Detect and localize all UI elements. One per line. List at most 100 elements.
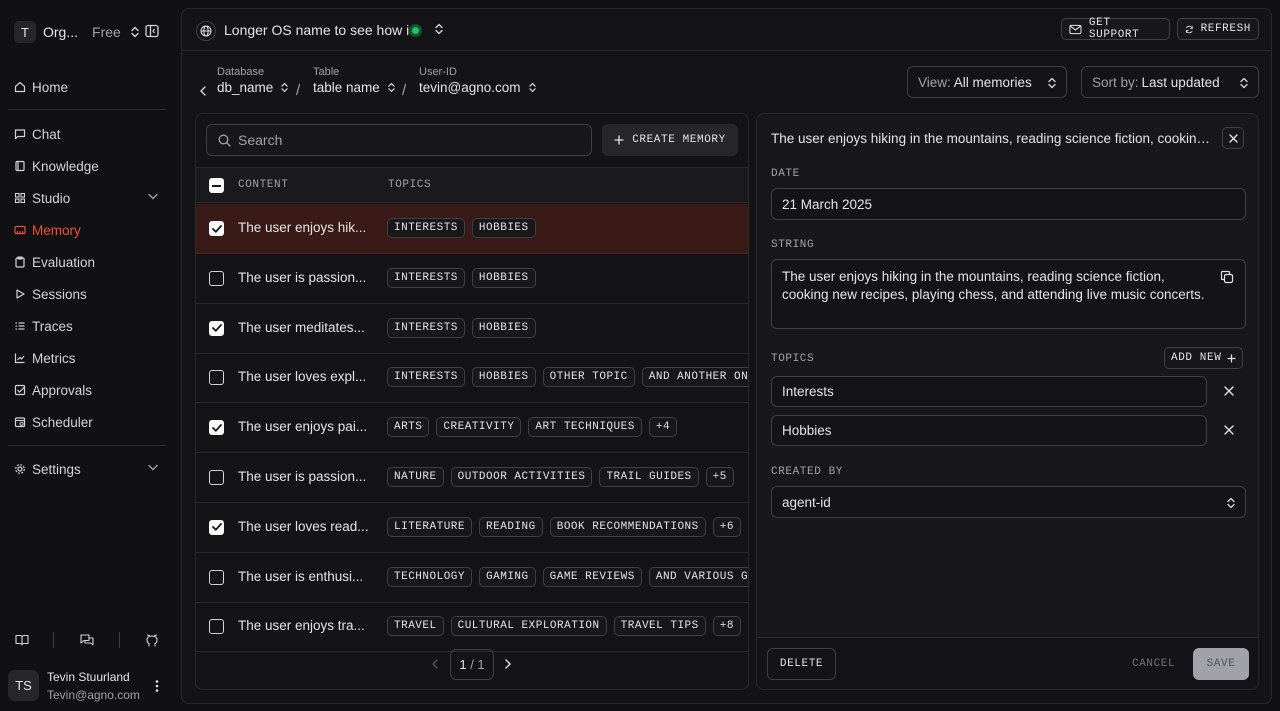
refresh-button[interactable]: REFRESH: [1177, 18, 1259, 40]
sidebar-item-approvals[interactable]: Approvals: [14, 378, 166, 402]
row-checkbox[interactable]: [209, 320, 224, 336]
table-row[interactable]: The user is enthusi... TECHNOLOGY GAMING GA…: [196, 553, 748, 603]
topic-tag: AND ANOTHER ONE V: [641, 367, 748, 388]
chevron-left-icon[interactable]: [432, 659, 438, 669]
string-textarea[interactable]: The user enjoys hiking in the mountains,…: [771, 259, 1246, 329]
sidebar-item-scheduler[interactable]: Scheduler: [14, 410, 166, 434]
topic-tag: READING: [479, 516, 543, 537]
sidebar-item-chat[interactable]: Chat: [14, 122, 166, 146]
row-topics: INTERESTS HOBBIES: [387, 218, 543, 238]
cancel-button[interactable]: CANCEL: [1132, 658, 1175, 670]
date-field[interactable]: 21 March 2025: [771, 188, 1246, 220]
get-support-button[interactable]: GET SUPPORT: [1061, 17, 1170, 41]
memory-icon: [14, 225, 26, 235]
row-checkbox[interactable]: [209, 420, 224, 436]
row-checkbox[interactable]: [209, 619, 224, 635]
topic-tag: ARTS: [387, 417, 430, 438]
save-button[interactable]: SAVE: [1193, 648, 1249, 680]
sidebar-item-studio[interactable]: Studio: [14, 186, 166, 210]
sidebar-item-knowledge[interactable]: Knowledge: [14, 154, 166, 178]
more-vertical-icon[interactable]: [155, 679, 159, 693]
chevron-up-down-icon[interactable]: [435, 23, 443, 35]
community-chat-icon[interactable]: [80, 634, 94, 647]
search-box: [206, 124, 592, 156]
row-checkbox[interactable]: [209, 270, 224, 286]
user-profile[interactable]: TS Tevin Stuurland Tevin@agno.com: [8, 670, 172, 704]
add-topic-button[interactable]: ADD NEW: [1164, 347, 1244, 369]
sidebar-item-traces[interactable]: Traces: [14, 314, 166, 338]
row-content: The user enjoys tra...: [238, 618, 365, 634]
os-name[interactable]: Longer OS name to see how i...: [224, 22, 421, 38]
topic-input[interactable]: Interests: [771, 376, 1207, 407]
row-content: The user enjoys pai...: [238, 419, 368, 435]
sort-value: Last updated: [1141, 74, 1220, 90]
user-email: Tevin@agno.com: [47, 688, 140, 702]
column-header-topics[interactable]: TOPICS: [388, 179, 431, 191]
avatar: TS: [8, 670, 39, 701]
created-by-value: agent-id: [782, 494, 831, 510]
chevron-left-icon[interactable]: [200, 86, 206, 96]
table-row[interactable]: The user enjoys hik... INTERESTS HOBBIES: [196, 204, 748, 254]
table-row[interactable]: The user enjoys pai... ARTS CREATIVITY ART …: [196, 403, 748, 454]
copy-icon[interactable]: [1220, 270, 1234, 284]
breadcrumb-user-id[interactable]: User-ID tevin@agno.com: [419, 66, 536, 95]
sidebar-item-label: Studio: [32, 190, 71, 206]
sidebar-item-metrics[interactable]: Metrics: [14, 346, 166, 370]
close-icon[interactable]: [1222, 127, 1244, 149]
chevron-up-down-icon: [1227, 497, 1235, 509]
chevron-up-down-icon: [1240, 77, 1248, 89]
memory-detail-panel: The user enjoys hiking in the mountains,…: [756, 113, 1259, 690]
table-row[interactable]: The user loves expl... INTERESTS HOBBIES OT…: [196, 353, 748, 404]
topic-tag: OUTDOOR ACTIVITIES: [450, 467, 593, 487]
delete-button[interactable]: DELETE: [767, 648, 836, 680]
select-all-checkbox[interactable]: [209, 178, 224, 193]
sidebar-item-settings[interactable]: Settings: [14, 457, 166, 481]
row-checkbox[interactable]: [209, 470, 224, 485]
row-content: The user enjoys hik...: [238, 220, 367, 235]
sidebar-item-evaluation[interactable]: Evaluation: [14, 250, 166, 274]
org-switcher[interactable]: T Org... Free: [14, 21, 166, 43]
sidebar-item-memory[interactable]: Memory: [14, 218, 166, 242]
table-row[interactable]: The user loves read... LITERATURE READING B…: [196, 503, 748, 553]
sidebar-item-sessions[interactable]: Sessions: [14, 282, 166, 306]
row-checkbox[interactable]: [209, 370, 224, 386]
page-indicator: 1 / 1: [450, 649, 494, 680]
column-header-content[interactable]: CONTENT: [238, 179, 288, 191]
github-icon[interactable]: [146, 634, 158, 647]
table-row[interactable]: The user is passion... INTERESTS HOBBIES: [196, 254, 748, 304]
row-topics: INTERESTS HOBBIES OTHER TOPIC AND ANOTHER O…: [387, 367, 748, 388]
table-row[interactable]: The user is passion... NATURE OUTDOOR ACTI…: [196, 453, 748, 503]
status-online-indicator: [409, 24, 422, 37]
search-input[interactable]: [238, 125, 578, 155]
create-memory-label: CREATE MEMORY: [632, 134, 726, 146]
row-checkbox[interactable]: [209, 569, 224, 585]
view-filter-select[interactable]: View: All memories: [907, 66, 1067, 98]
row-topics: INTERESTS HOBBIES: [387, 267, 543, 288]
row-checkbox[interactable]: [209, 221, 224, 236]
created-by-select[interactable]: agent-id: [771, 486, 1246, 518]
remove-topic-icon[interactable]: [1224, 425, 1234, 435]
page-total: 1: [477, 657, 485, 672]
breadcrumb-table[interactable]: Table table name: [313, 66, 395, 95]
row-checkbox[interactable]: [209, 519, 224, 535]
sidebar: T Org... Free Home Chat Knowledge Studio…: [0, 0, 180, 711]
topic-tag: TECHNOLOGY: [387, 566, 473, 587]
create-memory-button[interactable]: CREATE MEMORY: [602, 124, 738, 156]
breadcrumb: Database db_name / Table table name / Us…: [196, 66, 556, 106]
sidebar-item-home[interactable]: Home: [14, 75, 166, 99]
sidebar-footer-links: [0, 630, 180, 652]
sidebar-collapse-icon[interactable]: [145, 24, 159, 38]
org-plan: Free: [92, 24, 121, 40]
table-row[interactable]: The user meditates... INTERESTS HOBBIES: [196, 304, 748, 354]
topic-input[interactable]: Hobbies: [771, 415, 1207, 446]
breadcrumb-separator: /: [296, 82, 301, 99]
date-label: DATE: [771, 168, 800, 180]
chevron-right-icon[interactable]: [505, 659, 511, 669]
sort-select[interactable]: Sort by: Last updated: [1081, 66, 1259, 98]
row-content: The user is passion...: [238, 269, 367, 285]
remove-topic-icon[interactable]: [1224, 386, 1234, 396]
docs-book-icon[interactable]: [15, 634, 29, 646]
table-row[interactable]: The user enjoys tra... TRAVEL CULTURAL EXP…: [196, 602, 748, 653]
breadcrumb-database[interactable]: Database db_name: [217, 66, 289, 95]
topic-tag: AND VARIOUS GAMI: [648, 566, 748, 587]
